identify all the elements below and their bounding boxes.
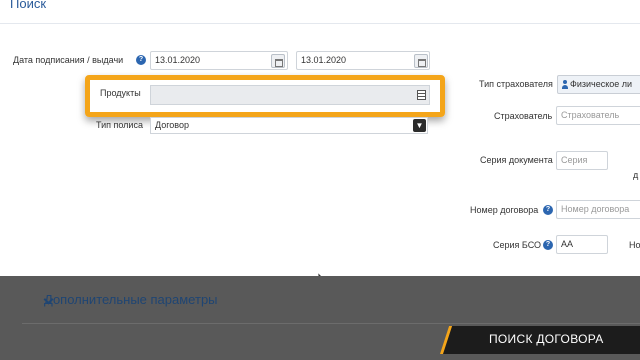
help-icon[interactable]: ? xyxy=(136,55,146,65)
help-icon[interactable]: ? xyxy=(543,240,553,250)
bso-number-label-cut: Но xyxy=(629,240,640,250)
doc-number-label-cut: д xyxy=(633,170,639,180)
policy-type-select[interactable]: Договор xyxy=(150,117,428,134)
title-divider xyxy=(0,23,640,24)
insurer-label: Страхователь xyxy=(494,111,553,121)
caption-text: ПОИСК ДОГОВОРА xyxy=(489,332,604,346)
bso-series-input[interactable]: АА xyxy=(556,235,608,254)
additional-params-label: Дополнительные параметры xyxy=(44,292,218,307)
insurer-type-value: Физическое ли xyxy=(570,79,633,89)
additional-params-toggle[interactable]: Дополнительные параметры xyxy=(30,292,218,307)
help-icon[interactable]: ? xyxy=(543,205,553,215)
calendar-icon[interactable] xyxy=(271,54,285,68)
chevron-down-icon xyxy=(44,296,52,304)
panel-title: Поиск xyxy=(10,0,47,11)
insurer-input[interactable]: Страхователь xyxy=(556,106,640,125)
calendar-icon[interactable] xyxy=(414,54,428,68)
date-to-input[interactable]: 13.01.2020 xyxy=(296,51,430,70)
doc-series-input[interactable]: Серия xyxy=(556,151,608,170)
date-label: Дата подписания / выдачи xyxy=(13,55,124,65)
highlight-frame xyxy=(85,75,445,117)
section-divider xyxy=(22,323,640,324)
date-from-input[interactable]: 13.01.2020 xyxy=(150,51,288,70)
policy-type-label: Тип полиса xyxy=(96,120,143,130)
insurer-type-button[interactable]: Физическое ли xyxy=(557,75,640,94)
chevron-down-icon[interactable]: ▼ xyxy=(413,119,426,132)
contract-number-label: Номер договора xyxy=(470,205,539,215)
bso-series-label: Серия БСО xyxy=(493,240,542,250)
doc-series-label: Серия документа xyxy=(480,155,553,165)
insurer-type-label: Тип страхователя xyxy=(479,79,553,89)
user-icon xyxy=(562,80,568,89)
contract-number-input[interactable]: Номер договора xyxy=(556,200,640,219)
